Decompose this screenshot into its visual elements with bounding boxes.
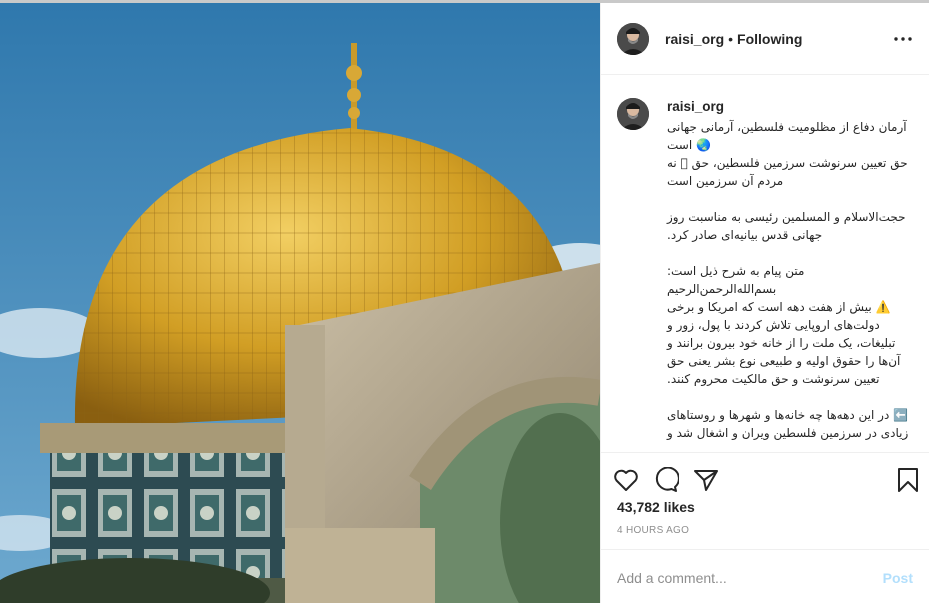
avatar[interactable] [617, 22, 649, 55]
save-button[interactable] [879, 460, 919, 500]
following-button[interactable]: Following [737, 31, 802, 47]
more-icon [894, 36, 912, 41]
post-header: raisi_org • Following [601, 3, 929, 75]
share-icon [694, 470, 718, 491]
avatar[interactable] [617, 98, 649, 130]
comment-icon [655, 467, 679, 492]
comments-scroll-area[interactable]: raisi_org آرمان دفاع از مظلومیت فلسطین، … [601, 76, 929, 452]
post-timestamp[interactable]: 4 HOURS AGO [617, 525, 689, 536]
caption-text: آرمان دفاع از مظلومیت فلسطین، آرمانی جها… [667, 120, 909, 440]
caption-body: raisi_org آرمان دفاع از مظلومیت فلسطین، … [667, 98, 913, 442]
caption-block: raisi_org آرمان دفاع از مظلومیت فلسطین، … [617, 98, 913, 442]
caption-username-link[interactable]: raisi_org [667, 98, 913, 116]
more-options-button[interactable] [891, 27, 915, 51]
add-comment-bar: Post [601, 549, 929, 603]
dome-of-the-rock-photo [0, 3, 600, 603]
post-comment-button[interactable]: Post [883, 570, 913, 586]
like-button[interactable] [613, 460, 653, 500]
post-image[interactable] [0, 3, 600, 603]
username-link[interactable]: raisi_org [665, 31, 724, 47]
share-button[interactable] [693, 460, 733, 500]
heart-icon [614, 469, 638, 491]
header-names: raisi_org • Following [665, 31, 802, 47]
comment-button[interactable] [653, 460, 693, 500]
likes-count[interactable]: 43,782 likes [617, 499, 695, 515]
separator-dot: • [728, 30, 734, 47]
bookmark-icon [898, 468, 918, 492]
comment-input[interactable] [617, 570, 883, 586]
post-side-panel: raisi_org • Following raisi_org آرمان دف… [600, 3, 929, 603]
